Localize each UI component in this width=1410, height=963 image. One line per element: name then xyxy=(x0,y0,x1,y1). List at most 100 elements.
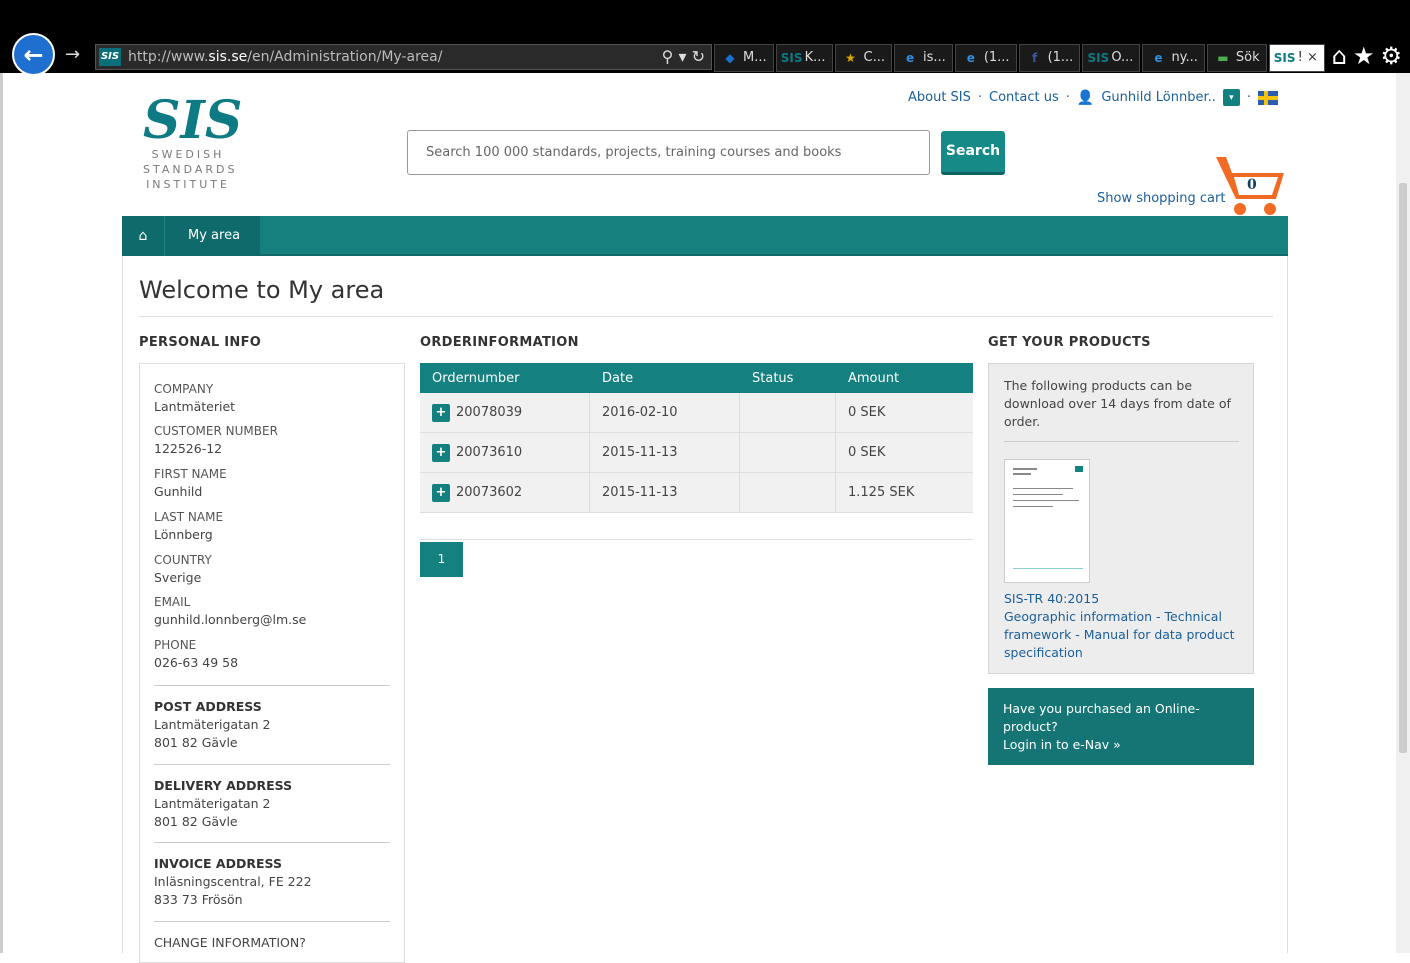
page-title: Welcome to My area xyxy=(139,276,385,304)
products-divider xyxy=(1004,441,1239,442)
get-products-heading: GET YOUR PRODUCTS xyxy=(988,335,1151,350)
url-domain: sis.se xyxy=(208,49,248,65)
post-address: POST ADDRESS Lantmäterigatan 2 801 82 Gävl… xyxy=(154,699,271,750)
country-field: COUNTRY Sverige xyxy=(154,553,212,585)
change-information-link[interactable]: CHANGE INFORMATION? xyxy=(154,934,306,952)
tab-label: Sök xyxy=(1235,50,1260,65)
page: SIS SWEDISH STANDARDS INSTITUTE About SI… xyxy=(0,73,1396,963)
phone-field: PHONE 026-63 49 58 xyxy=(154,638,239,670)
tab-favicon-icon: SIS xyxy=(780,51,803,65)
browser-tabs: ◆ M... SIS K... ★ C... e is... e (1... f (1... SIS O.… xyxy=(714,44,1327,72)
product-link[interactable]: SIS-TR 40:2015 Geographic information - T… xyxy=(1004,590,1244,662)
tab-favicon-icon: e xyxy=(1154,51,1163,65)
tab-favicon-icon: ◆ xyxy=(725,51,735,65)
first-name-field: FIRST NAME Gunhild xyxy=(154,467,227,499)
order-status xyxy=(740,433,836,472)
order-number: 20078039 xyxy=(456,405,523,420)
user-link[interactable]: Gunhild Lönnber.. xyxy=(1101,90,1216,105)
sis-logo[interactable]: SIS SWEDISH STANDARDS INSTITUTE xyxy=(143,95,242,192)
order-table-header: Ordernumber Date Status Amount xyxy=(420,363,973,393)
user-icon: 👤 xyxy=(1076,89,1095,106)
expand-plus-icon[interactable]: + xyxy=(432,483,450,502)
address-search-refresh-icon[interactable]: ⚲ ▾ ↻ xyxy=(662,45,705,69)
contact-link[interactable]: Contact us xyxy=(989,90,1059,105)
browser-tab[interactable]: e ny... xyxy=(1142,44,1205,72)
url-path: /en/Administration/My-area/ xyxy=(247,49,443,65)
about-link[interactable]: About SIS xyxy=(908,90,971,105)
table-row[interactable]: +20078039 2016-02-10 0 SEK xyxy=(420,393,973,433)
browser-tab[interactable]: SIS K... xyxy=(775,44,833,72)
table-row[interactable]: +20073602 2015-11-13 1.125 SEK xyxy=(420,473,973,513)
browser-tab[interactable]: SIS O... xyxy=(1082,44,1141,72)
tab-favicon-icon: SIS xyxy=(1273,51,1296,65)
browser-tab[interactable]: f (1... xyxy=(1018,44,1081,72)
browser-tab[interactable]: e (1... xyxy=(954,44,1017,72)
logo-text-3: INSTITUTE xyxy=(146,178,230,191)
col-amount[interactable]: Amount xyxy=(836,363,973,393)
site-favicon-icon: SIS xyxy=(99,48,121,66)
link-separator: · xyxy=(1065,90,1070,105)
home-icon[interactable]: ⌂ xyxy=(122,216,164,256)
order-amount: 0 SEK xyxy=(848,445,886,460)
tab-label: M... xyxy=(743,50,767,65)
url-prefix: http://www. xyxy=(128,49,209,65)
browser-tab[interactable]: ◆ M... xyxy=(714,44,774,72)
browser-tab[interactable]: e is... xyxy=(894,44,953,72)
home-favorites-settings-icon[interactable]: ⌂★⚙ xyxy=(1332,42,1408,70)
col-status[interactable]: Status xyxy=(740,363,836,393)
order-status xyxy=(740,393,836,432)
tab-favicon-icon: e xyxy=(905,51,915,65)
col-ordernumber[interactable]: Ordernumber xyxy=(420,363,590,393)
pager-divider xyxy=(420,539,973,540)
order-info-heading: ORDERINFORMATION xyxy=(420,335,579,350)
search-input[interactable]: Search 100 000 standards, projects, trai… xyxy=(407,130,930,175)
order-number: 20073602 xyxy=(456,485,523,500)
order-status xyxy=(740,473,836,512)
tab-label: ! × xyxy=(1297,50,1318,65)
show-cart-link[interactable]: Show shopping cart xyxy=(1097,191,1225,206)
tab-favicon-icon: ▬ xyxy=(1217,51,1229,65)
page-1-button[interactable]: 1 xyxy=(420,542,463,577)
tab-label: (1... xyxy=(983,50,1010,65)
company-field: COMPANY Lantmäteriet xyxy=(154,382,236,414)
browser-tab[interactable]: ▬ Sök xyxy=(1206,44,1267,72)
enav-login-box[interactable]: Have you purchased an Online- product? L… xyxy=(988,688,1254,765)
cart-count: 0 xyxy=(1247,177,1257,193)
browser-tab[interactable]: ★ C... xyxy=(834,44,893,72)
tab-label: is... xyxy=(923,50,946,65)
email-field: EMAIL gunhild.lonnberg@lm.se xyxy=(154,595,307,627)
scrollbar-thumb[interactable] xyxy=(1399,183,1407,753)
tab-favicon-icon: e xyxy=(966,51,975,65)
browser-tab[interactable]: SIS! × xyxy=(1268,44,1325,72)
get-products-box: The following products can be download o… xyxy=(988,363,1254,674)
page-scrollbar[interactable] xyxy=(1396,73,1410,953)
divider xyxy=(154,842,390,843)
nav-my-area[interactable]: My area xyxy=(164,216,260,256)
tab-label: C... xyxy=(863,50,886,65)
order-number: 20073610 xyxy=(456,445,523,460)
table-row[interactable]: +20073610 2015-11-13 0 SEK xyxy=(420,433,973,473)
expand-plus-icon[interactable]: + xyxy=(432,403,450,422)
address-bar[interactable]: SIS http://www.sis.se/en/Administration/… xyxy=(95,44,712,70)
divider xyxy=(154,685,390,686)
enav-text-1: Have you purchased an Online- xyxy=(1003,701,1200,716)
user-dropdown-icon[interactable]: ▾ xyxy=(1222,89,1240,106)
window-top-bar xyxy=(0,0,1410,40)
tab-label: ny... xyxy=(1171,50,1198,65)
tab-label: O... xyxy=(1111,50,1134,65)
expand-plus-icon[interactable]: + xyxy=(432,443,450,462)
divider xyxy=(154,921,390,922)
search-button[interactable]: Search xyxy=(941,131,1005,175)
enav-login-link[interactable]: Login in to e-Nav » xyxy=(1003,736,1239,754)
swedish-flag-icon[interactable] xyxy=(1258,90,1278,105)
main-content: Welcome to My area PERSONAL INFO ORDERIN… xyxy=(122,256,1288,963)
order-date: 2015-11-13 xyxy=(590,433,740,472)
back-button[interactable]: ← xyxy=(12,33,55,76)
products-intro: The following products can be download o… xyxy=(1004,378,1231,429)
product-thumbnail[interactable] xyxy=(1004,459,1090,583)
forward-button[interactable]: → xyxy=(65,44,80,65)
col-date[interactable]: Date xyxy=(590,363,740,393)
order-date: 2015-11-13 xyxy=(590,473,740,512)
main-nav: ⌂ My area xyxy=(122,216,1288,256)
logo-text-2: STANDARDS xyxy=(143,163,238,176)
